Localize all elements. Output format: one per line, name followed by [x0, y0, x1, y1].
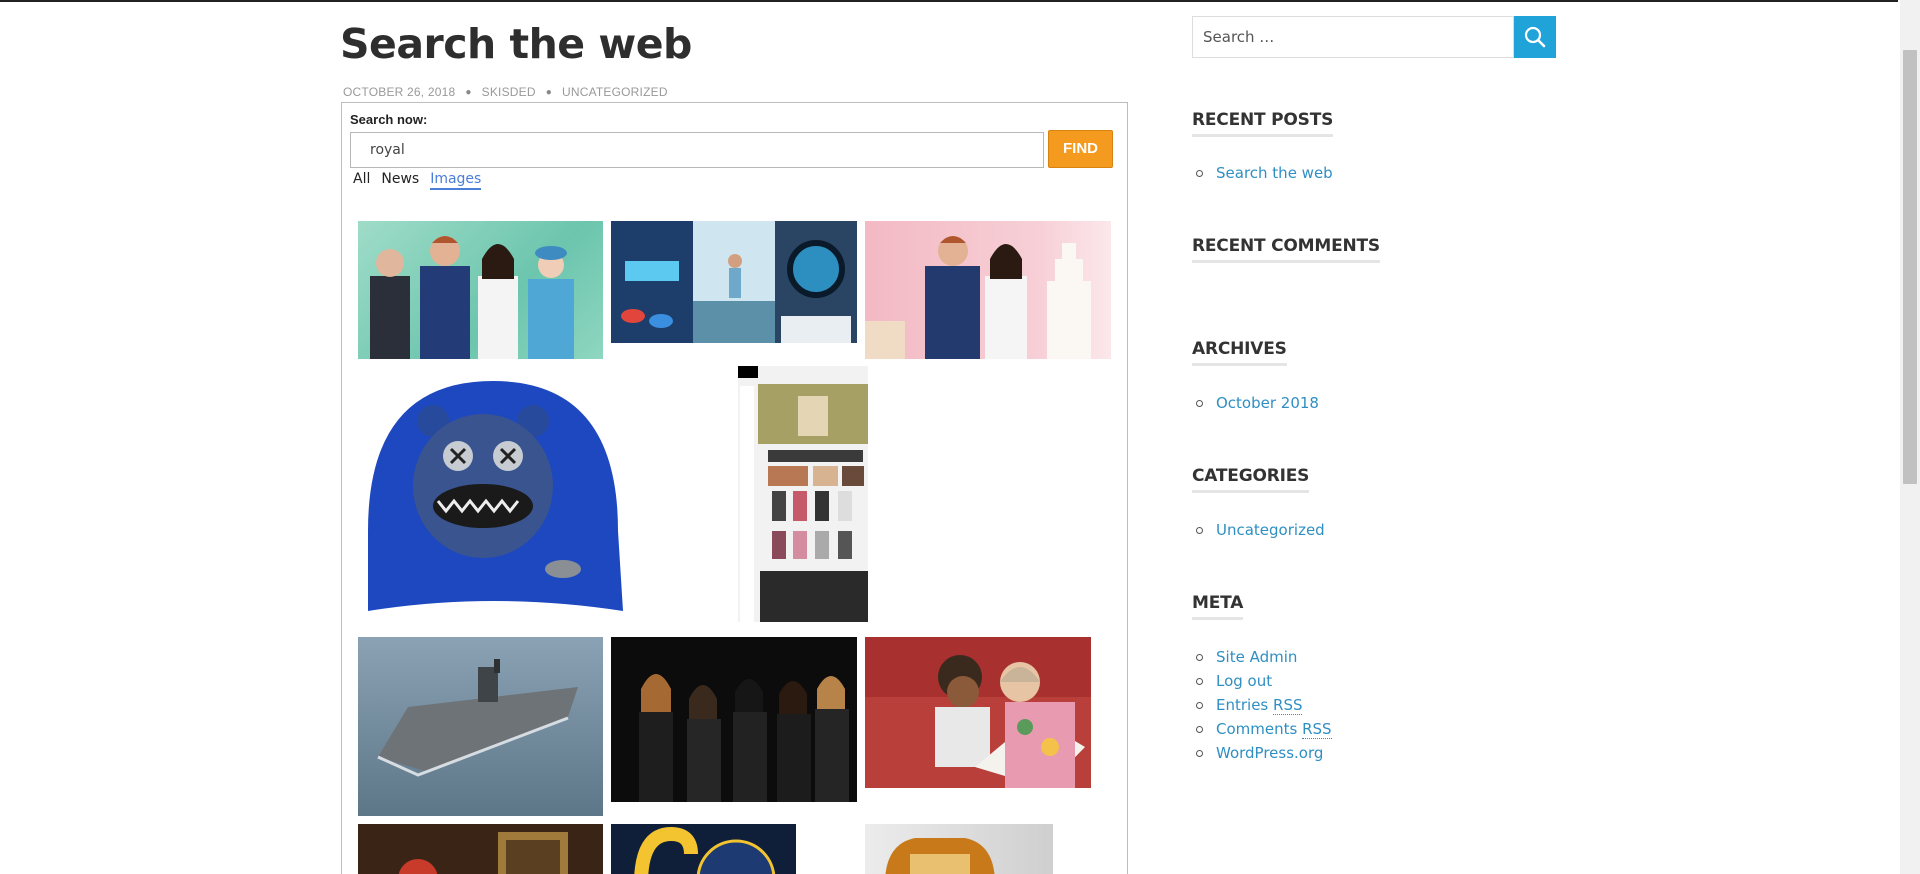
- wordpress-link[interactable]: WordPress.org: [1216, 744, 1323, 762]
- comments-rss-prefix: Comments: [1216, 720, 1303, 738]
- post-author[interactable]: SKISDED: [482, 85, 536, 99]
- meta-list: Site Admin Log out Entries RSS Comments …: [1196, 645, 1332, 765]
- scrollbar-thumb[interactable]: [1903, 50, 1917, 484]
- search-input[interactable]: royal: [350, 132, 1044, 168]
- post-meta: OCTOBER 26, 2018 ● SKISDED ● UNCATEGORIZ…: [343, 85, 668, 99]
- bullet-icon: [1196, 677, 1203, 685]
- categories-title: CATEGORIES: [1192, 466, 1309, 493]
- image-result-blue-cap[interactable]: [358, 371, 623, 626]
- tab-news[interactable]: News: [381, 171, 419, 190]
- archives-list: October 2018: [1196, 391, 1319, 415]
- search-icon: [1524, 26, 1546, 48]
- image-result-warship[interactable]: [358, 637, 603, 816]
- list-item: Log out: [1196, 669, 1332, 693]
- top-border: [0, 0, 1898, 2]
- list-item: October 2018: [1196, 391, 1319, 415]
- recent-comments-title: RECENT COMMENTS: [1192, 236, 1380, 263]
- list-item: Site Admin: [1196, 645, 1332, 669]
- list-item: Search the web: [1196, 161, 1333, 185]
- recent-posts-title: RECENT POSTS: [1192, 110, 1333, 137]
- list-item: Entries RSS: [1196, 693, 1332, 717]
- recent-post-link[interactable]: Search the web: [1216, 164, 1333, 182]
- find-button[interactable]: FIND: [1048, 130, 1113, 168]
- image-result-collage[interactable]: [611, 221, 857, 343]
- search-widget: Search now: royal FIND All News Images: [341, 102, 1128, 874]
- rss-abbr: RSS: [1273, 696, 1303, 715]
- page-title: Search the web: [340, 20, 692, 68]
- categories-list: Uncategorized: [1196, 518, 1325, 542]
- tab-images[interactable]: Images: [430, 171, 482, 190]
- archive-link[interactable]: October 2018: [1216, 394, 1319, 412]
- post-category[interactable]: UNCATEGORIZED: [562, 85, 668, 99]
- sidebar-search-input[interactable]: Search …: [1192, 16, 1514, 58]
- bullet-icon: [1196, 653, 1203, 661]
- meta-title: META: [1192, 593, 1243, 620]
- bullet-icon: [1196, 749, 1203, 757]
- image-result-couple-cake[interactable]: [865, 221, 1111, 359]
- image-result-drawing[interactable]: [865, 637, 1091, 788]
- entries-rss-link[interactable]: Entries RSS: [1216, 696, 1303, 715]
- site-admin-link[interactable]: Site Admin: [1216, 648, 1297, 666]
- bullet-icon: [1196, 399, 1203, 407]
- image-result-band[interactable]: [611, 637, 857, 802]
- meta-separator: ●: [545, 86, 552, 98]
- bullet-icon: [1196, 725, 1203, 733]
- image-result-whisky[interactable]: [865, 824, 1053, 874]
- list-item: WordPress.org: [1196, 741, 1332, 765]
- search-tabs: All News Images: [353, 171, 492, 190]
- image-result-website[interactable]: [738, 366, 868, 622]
- recent-posts-list: Search the web: [1196, 161, 1333, 185]
- post-date[interactable]: OCTOBER 26, 2018: [343, 85, 455, 99]
- entries-rss-prefix: Entries: [1216, 696, 1274, 714]
- bullet-icon: [1196, 701, 1203, 709]
- comments-rss-link[interactable]: Comments RSS: [1216, 720, 1332, 739]
- category-link[interactable]: Uncategorized: [1216, 521, 1325, 539]
- bullet-icon: [1196, 526, 1203, 534]
- image-result-painting[interactable]: [358, 824, 603, 874]
- log-out-link[interactable]: Log out: [1216, 672, 1272, 690]
- tab-all[interactable]: All: [353, 171, 370, 190]
- archives-title: ARCHIVES: [1192, 339, 1287, 366]
- rss-abbr: RSS: [1302, 720, 1332, 739]
- list-item: Uncategorized: [1196, 518, 1325, 542]
- image-result-royal-family[interactable]: [358, 221, 603, 359]
- page-scrollbar[interactable]: [1900, 0, 1920, 874]
- meta-separator: ●: [465, 86, 472, 98]
- list-item: Comments RSS: [1196, 717, 1332, 741]
- bullet-icon: [1196, 169, 1203, 177]
- image-result-royal-palm-logo[interactable]: [611, 824, 796, 874]
- search-label: Search now:: [350, 112, 428, 127]
- sidebar-search-button[interactable]: [1514, 16, 1556, 58]
